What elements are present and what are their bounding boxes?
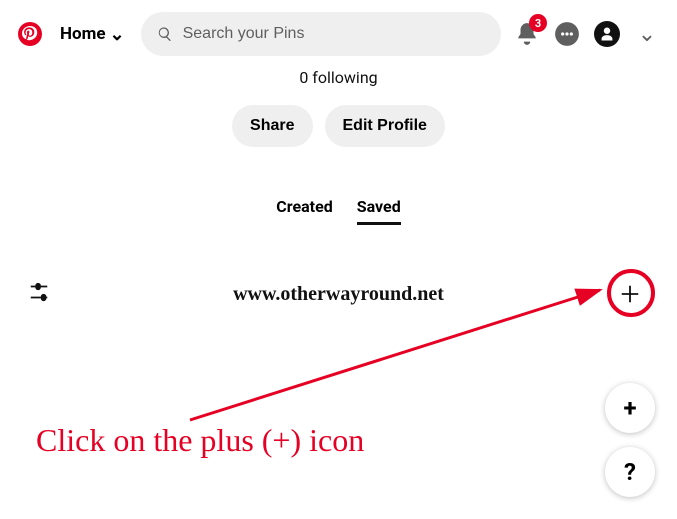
search-input[interactable] <box>183 25 485 43</box>
home-label: Home <box>60 24 106 44</box>
messages-button[interactable] <box>553 20 581 48</box>
sliders-icon <box>28 281 50 303</box>
following-count: 0 following <box>0 68 677 87</box>
notification-badge: 3 <box>529 14 547 32</box>
watermark-text: www.otherwayround.net <box>233 283 444 306</box>
home-button[interactable]: Home ⌄ <box>56 24 129 45</box>
fab-help-button[interactable]: ? <box>605 447 655 497</box>
floating-actions: + ? <box>605 383 655 497</box>
pinterest-logo-icon[interactable] <box>16 20 44 48</box>
profile-button[interactable] <box>593 20 621 48</box>
create-board-button[interactable] <box>611 275 649 313</box>
chat-icon <box>554 21 580 47</box>
top-header: Home ⌄ 3 ⌄ <box>0 0 677 68</box>
tab-created[interactable]: Created <box>276 197 332 225</box>
edit-profile-button[interactable]: Edit Profile <box>325 105 445 147</box>
avatar-icon <box>594 21 620 47</box>
profile-actions: Share Edit Profile <box>0 105 677 147</box>
search-icon <box>157 26 173 42</box>
plus-icon <box>619 283 641 305</box>
fab-create-button[interactable]: + <box>605 383 655 433</box>
filter-button[interactable] <box>28 281 50 307</box>
account-menu-button[interactable]: ⌄ <box>633 20 661 48</box>
profile-tabs: Created Saved <box>0 197 677 225</box>
saved-toolbar: www.otherwayround.net <box>0 275 677 313</box>
chevron-down-icon: ⌄ <box>638 22 656 47</box>
search-bar[interactable] <box>141 12 501 56</box>
annotation-text: Click on the plus (+) icon <box>36 422 364 459</box>
share-button[interactable]: Share <box>232 105 312 147</box>
tab-saved[interactable]: Saved <box>357 197 401 225</box>
notifications-button[interactable]: 3 <box>513 20 541 48</box>
chevron-down-icon: ⌄ <box>110 24 125 45</box>
